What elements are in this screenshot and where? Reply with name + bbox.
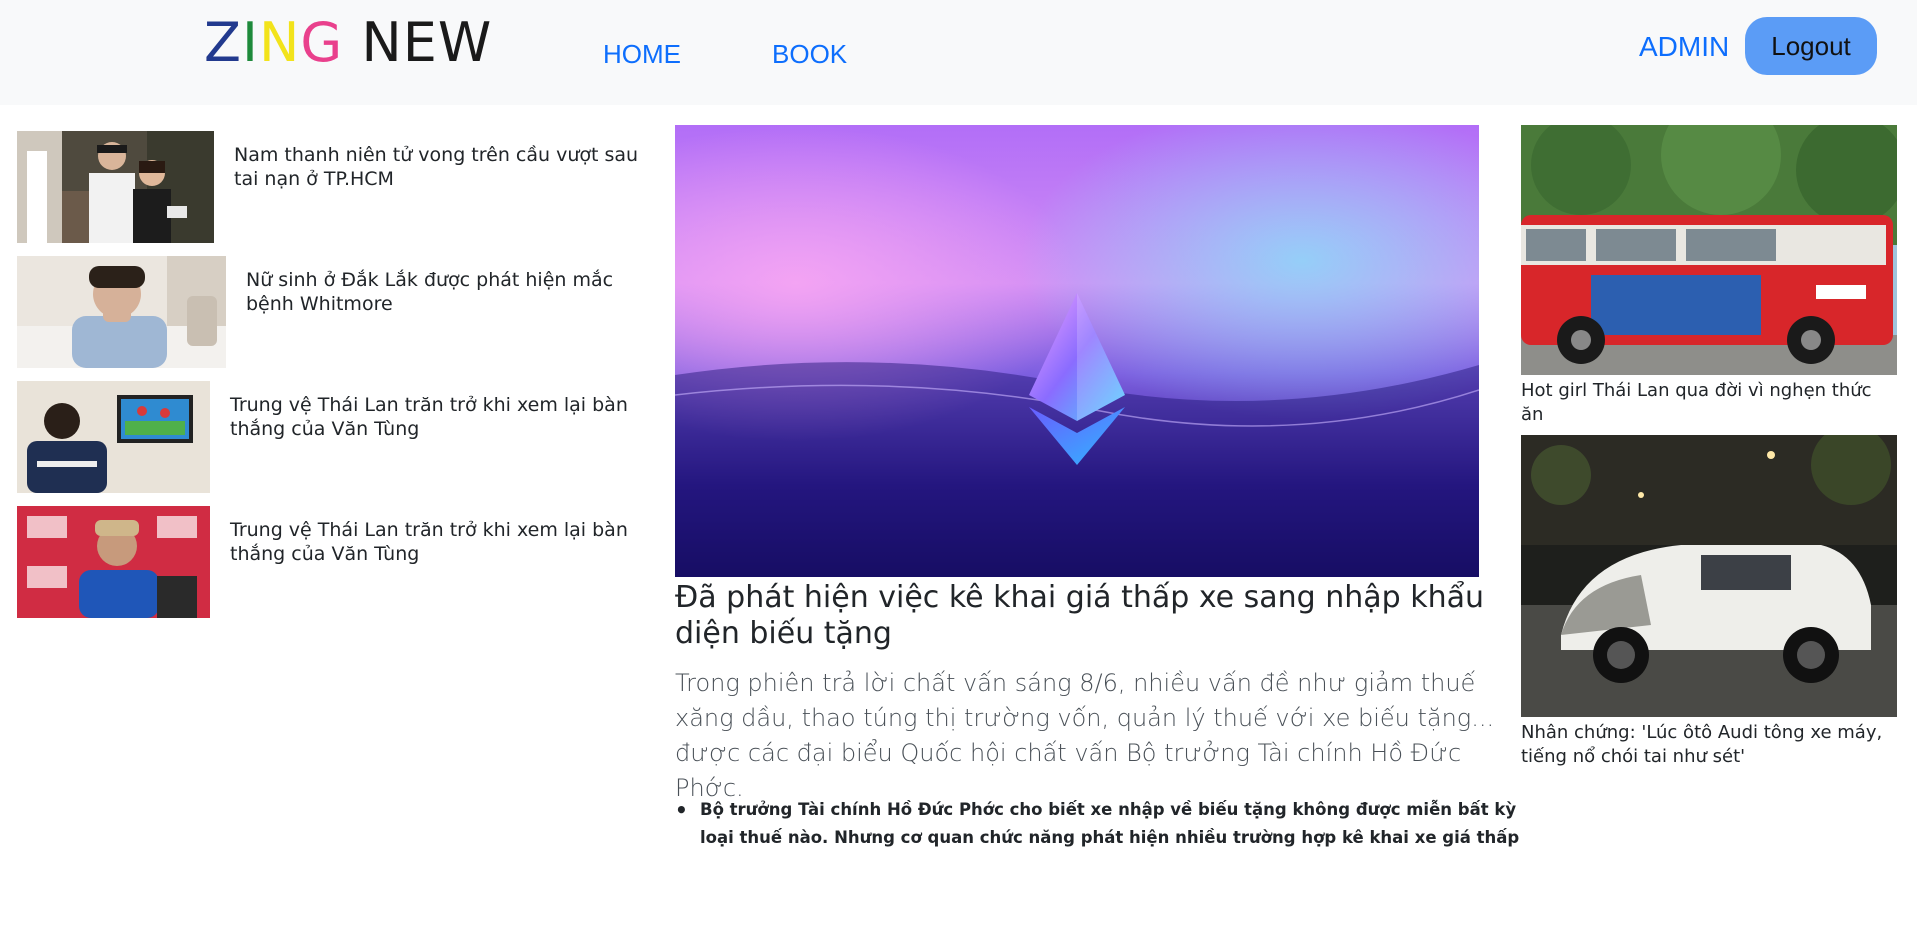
logout-button[interactable]: Logout (1745, 17, 1877, 75)
couple-photo-thumbnail[interactable] (17, 131, 214, 243)
left-article-3[interactable]: Trung vệ Thái Lan trăn trở khi xem lại b… (17, 381, 657, 493)
top-navbar: ZING NEW HOME BOOK ADMIN Logout (0, 0, 1917, 105)
logo-letter-g: G (300, 11, 344, 74)
logo-letter-z: Z (204, 11, 242, 74)
player-tv-photo-thumbnail[interactable] (17, 381, 210, 493)
site-logo[interactable]: ZING NEW (204, 10, 492, 76)
left-article-3-title[interactable]: Trung vệ Thái Lan trăn trở khi xem lại b… (230, 393, 650, 441)
main-article-lead: Trong phiên trả lời chất vấn sáng 8/6, n… (675, 669, 1495, 802)
main-article-image[interactable] (675, 125, 1479, 577)
student-photo-thumbnail[interactable] (17, 256, 226, 368)
main-article-bullet-1: Bộ trưởng Tài chính Hồ Đức Phớc cho biết… (675, 796, 1525, 852)
left-article-4[interactable]: Trung vệ Thái Lan trăn trở khi xem lại b… (17, 506, 657, 618)
nav-book-link[interactable]: BOOK (772, 38, 847, 70)
right-article-2-title[interactable]: Nhân chứng: 'Lúc ôtô Audi tông xe máy, t… (1521, 721, 1897, 769)
nav-home-link[interactable]: HOME (603, 38, 681, 70)
right-article-1[interactable]: Hot girl Thái Lan qua đời vì nghẹn thức … (1521, 125, 1897, 427)
red-bus-photo[interactable] (1521, 125, 1897, 375)
left-article-1-title[interactable]: Nam thanh niên tử vong trên cầu vượt sau… (234, 143, 654, 191)
right-article-1-title[interactable]: Hot girl Thái Lan qua đời vì nghẹn thức … (1521, 379, 1897, 427)
main-article-bullets: Bộ trưởng Tài chính Hồ Đức Phớc cho biết… (675, 796, 1525, 852)
logo-letter-i: I (242, 11, 259, 74)
logo-letter-n: N (258, 11, 301, 74)
left-article-1[interactable]: Nam thanh niên tử vong trên cầu vượt sau… (17, 131, 657, 243)
crashed-audi-photo[interactable] (1521, 435, 1897, 717)
main-article-title[interactable]: Đã phát hiện việc kê khai giá thấp xe sa… (675, 580, 1535, 652)
left-article-2-title[interactable]: Nữ sinh ở Đắk Lắk được phát hiện mắc bện… (246, 268, 666, 316)
admin-link[interactable]: ADMIN (1639, 30, 1729, 64)
right-article-2[interactable]: Nhân chứng: 'Lúc ôtô Audi tông xe máy, t… (1521, 435, 1897, 769)
left-article-4-title[interactable]: Trung vệ Thái Lan trăn trở khi xem lại b… (230, 518, 650, 566)
logo-word-new: NEW (343, 11, 493, 74)
player-press-photo-thumbnail[interactable] (17, 506, 210, 618)
left-article-2[interactable]: Nữ sinh ở Đắk Lắk được phát hiện mắc bện… (17, 256, 657, 368)
